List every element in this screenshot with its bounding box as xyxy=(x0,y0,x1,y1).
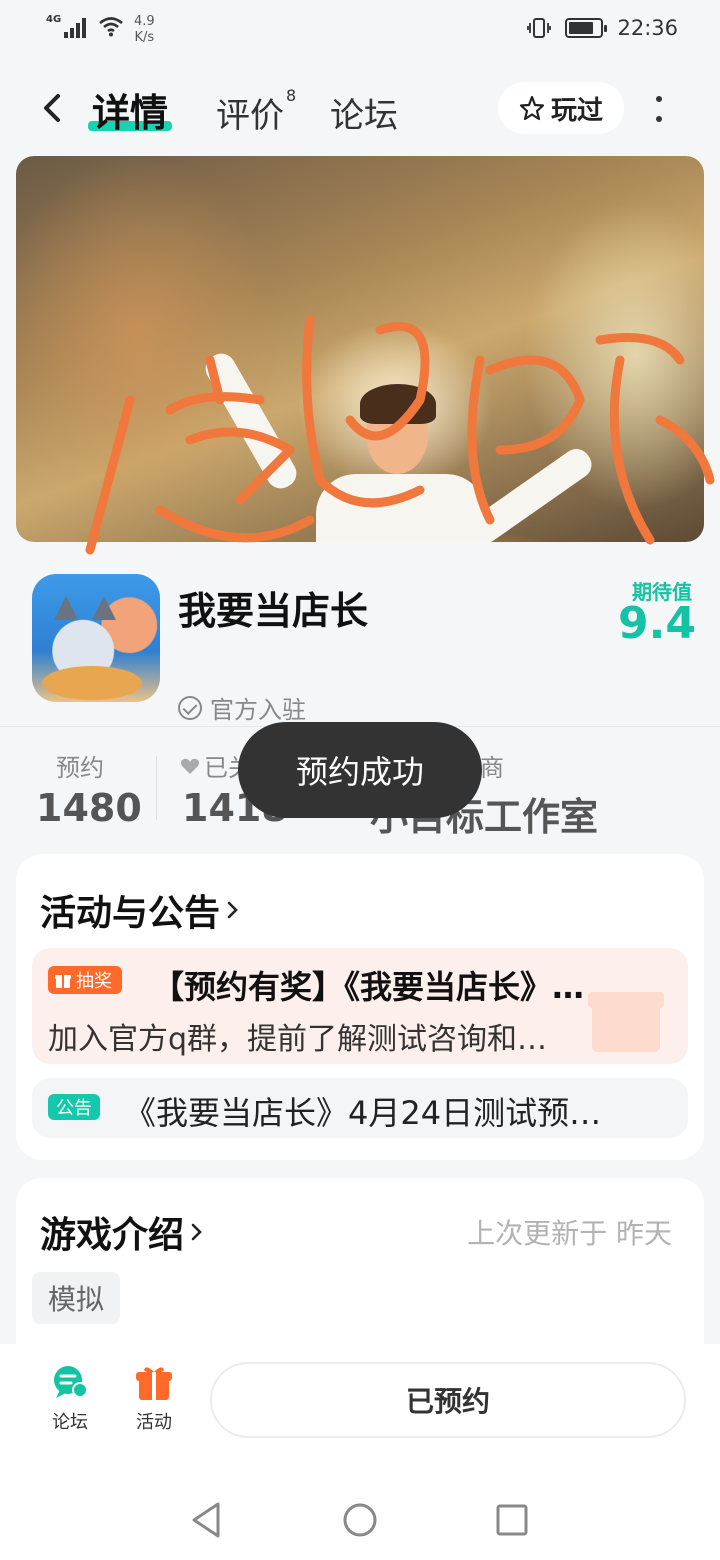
stat-divider xyxy=(156,756,157,820)
official-badge: 官方入驻 xyxy=(178,690,306,725)
intro-card: 游戏介绍 上次更新于 昨天 模拟 xyxy=(16,1178,704,1358)
tab-detail[interactable]: 详情 xyxy=(88,82,173,137)
tab-review-label: 评价 xyxy=(216,96,284,136)
nav-recents-icon[interactable] xyxy=(494,1500,530,1540)
net-speed-value: 4.9 xyxy=(134,14,155,29)
expect-score: 9.4 xyxy=(618,598,696,649)
lottery-tag: 抽奖 xyxy=(48,966,122,994)
lottery-tag-label: 抽奖 xyxy=(76,971,112,992)
review-count: 8 xyxy=(286,85,297,105)
status-left: 4G 4.9 K/s xyxy=(46,14,155,46)
gift-icon xyxy=(136,1367,172,1400)
notice-item[interactable]: 公告 《我要当店长》4月24日测试预… xyxy=(32,1078,688,1138)
vibrate-icon xyxy=(527,18,552,38)
reserved-button[interactable]: 已预约 xyxy=(210,1362,686,1438)
activity-section-header[interactable]: 活动与公告 xyxy=(40,884,240,936)
genre-tag[interactable]: 模拟 xyxy=(32,1272,121,1324)
official-label: 官方入驻 xyxy=(210,696,306,724)
back-arrow-icon[interactable] xyxy=(36,90,68,126)
activity-title: 活动与公告 xyxy=(40,893,221,934)
notice-text: 《我要当店长》4月24日测试预… xyxy=(124,1094,602,1132)
top-nav: 详情 评价8 论坛 玩过 xyxy=(0,70,720,150)
clock: 22:36 xyxy=(617,16,678,40)
status-bar: 4G 4.9 K/s 22:36 xyxy=(0,0,720,60)
nav-back-icon[interactable] xyxy=(188,1500,224,1540)
chevron-right-icon xyxy=(191,1223,202,1241)
more-options-icon[interactable] xyxy=(652,92,666,126)
tab-forum-label: 论坛 xyxy=(330,96,398,136)
intro-title: 游戏介绍 xyxy=(40,1215,185,1256)
heart-icon xyxy=(180,758,200,774)
status-right: 22:36 xyxy=(527,16,678,40)
network-type: 4G xyxy=(46,14,62,25)
forum-shortcut[interactable]: 论坛 xyxy=(40,1362,100,1434)
lottery-headline: 【预约有奖】《我要当店长》… xyxy=(152,968,585,1006)
activity-card: 活动与公告 抽奖 【预约有奖】《我要当店长》… 加入官方q群，提前了解测试咨询和… xyxy=(16,854,704,1160)
activity-shortcut-label: 活动 xyxy=(136,1412,172,1433)
net-speed-unit: K/s xyxy=(134,30,155,45)
cellular-signal-icon: 4G xyxy=(46,14,86,38)
star-icon xyxy=(519,95,545,121)
nav-home-icon[interactable] xyxy=(342,1500,378,1540)
tab-review[interactable]: 评价8 xyxy=(216,85,297,137)
wifi-icon xyxy=(99,17,123,37)
reserve-count: 1480 xyxy=(36,786,142,830)
bottom-action-bar: 论坛 活动 已预约 xyxy=(0,1344,720,1460)
reserve-count-label: 预约 xyxy=(56,754,104,782)
played-button[interactable]: 玩过 xyxy=(498,82,624,134)
played-label: 玩过 xyxy=(550,95,603,126)
tab-detail-label: 详情 xyxy=(92,91,169,135)
battery-icon xyxy=(565,18,608,38)
net-speed: 4.9 K/s xyxy=(134,14,155,46)
check-circle-icon xyxy=(178,695,202,720)
notice-tag: 公告 xyxy=(48,1094,100,1120)
forum-shortcut-label: 论坛 xyxy=(52,1412,88,1433)
update-info: 上次更新于 昨天 xyxy=(467,1217,672,1250)
chevron-right-icon xyxy=(227,901,238,919)
intro-section-header[interactable]: 游戏介绍 xyxy=(40,1206,204,1258)
tab-forum[interactable]: 论坛 xyxy=(330,88,398,137)
chat-bubble-icon xyxy=(54,1366,88,1398)
app-icon xyxy=(32,574,160,702)
gift-icon xyxy=(55,975,71,988)
lottery-item[interactable]: 抽奖 【预约有奖】《我要当店长》… 加入官方q群，提前了解测试咨询和… xyxy=(32,948,688,1064)
handwritten-scribble xyxy=(85,315,715,555)
game-title: 我要当店长 xyxy=(178,589,369,633)
lottery-subtitle: 加入官方q群，提前了解测试咨询和… xyxy=(48,1022,548,1057)
activity-shortcut[interactable]: 活动 xyxy=(124,1362,184,1434)
toast-message: 预约成功 xyxy=(238,722,482,818)
system-nav-bar xyxy=(0,1460,720,1560)
